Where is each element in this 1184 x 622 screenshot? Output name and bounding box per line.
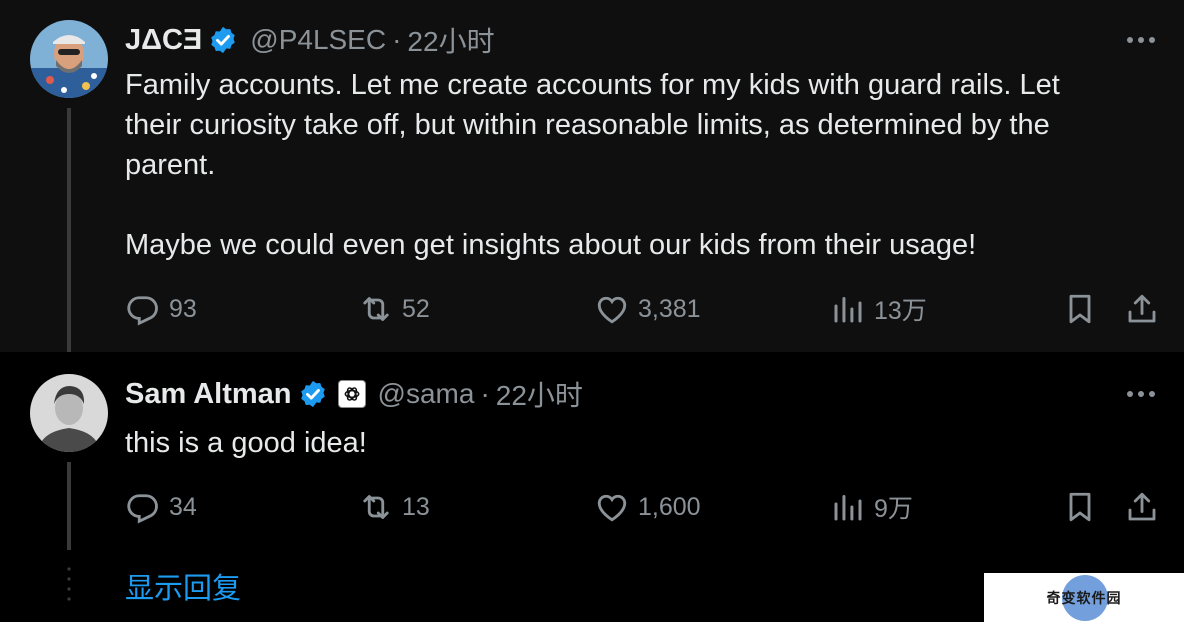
more-options-icon[interactable]: [1124, 23, 1158, 57]
repost-count: 13: [402, 492, 430, 521]
like-button[interactable]: 3,381: [594, 289, 701, 329]
reply-button[interactable]: 34: [125, 487, 197, 527]
bookmark-button[interactable]: [1062, 289, 1098, 329]
bookmark-button[interactable]: [1062, 487, 1098, 527]
show-replies-link[interactable]: 显示回复: [125, 565, 241, 607]
repost-icon: [363, 297, 389, 321]
reply-count: 34: [169, 492, 197, 521]
tweet-actions: 34 13 1,600 9万: [0, 487, 1184, 527]
heart-icon: [597, 296, 627, 324]
like-button[interactable]: 1,600: [594, 487, 701, 527]
share-button[interactable]: [1124, 487, 1160, 527]
display-name[interactable]: Sam Altman: [125, 378, 292, 411]
views-button[interactable]: 9万: [830, 487, 913, 527]
reply-icon: [127, 494, 158, 524]
share-button[interactable]: [1124, 289, 1160, 329]
heart-icon: [597, 494, 627, 522]
thread-dots: [67, 566, 71, 602]
views-count: 9万: [874, 495, 913, 523]
avatar[interactable]: [30, 374, 108, 452]
reply-count: 93: [169, 294, 197, 323]
repost-count: 52: [402, 294, 430, 323]
repost-icon: [363, 495, 389, 519]
verified-badge-icon: [211, 26, 236, 54]
timestamp[interactable]: 22小时: [496, 374, 583, 414]
tweet-header: JΔCƎ @P4LSEC · 22小时: [125, 20, 495, 60]
handle[interactable]: @P4LSEC: [250, 24, 386, 56]
handle[interactable]: @sama: [378, 378, 475, 410]
watermark-text: 奇变软件园: [1046, 589, 1122, 606]
separator-dot: ·: [480, 378, 490, 409]
watermark: 奇变软件园: [984, 573, 1184, 622]
tweet-parent[interactable]: JΔCƎ @P4LSEC · 22小时 Family accounts. Let…: [0, 0, 1184, 352]
more-options-icon[interactable]: [1124, 377, 1158, 411]
tweet-header: Sam Altman @sama · 22小时: [125, 374, 583, 414]
verified-badge-icon: [300, 380, 325, 408]
display-name[interactable]: JΔCƎ: [125, 24, 202, 57]
separator-dot: ·: [392, 24, 402, 55]
share-icon: [1128, 294, 1156, 323]
views-count: 13万: [874, 297, 927, 325]
bookmark-icon: [1069, 492, 1091, 522]
tweet-actions: 93 52 3,381 13万: [0, 289, 1184, 329]
tweet-text: this is a good idea!: [125, 427, 367, 459]
tweet-text: Family accounts. Let me create accounts …: [125, 69, 1060, 261]
avatar[interactable]: [30, 20, 108, 98]
openai-logo-icon[interactable]: [337, 380, 366, 408]
share-icon: [1128, 492, 1156, 521]
views-chart-icon: [834, 297, 862, 323]
repost-button[interactable]: 13: [358, 487, 430, 527]
reply-icon: [127, 296, 158, 326]
timestamp[interactable]: 22小时: [407, 20, 494, 60]
views-chart-icon: [834, 495, 862, 521]
reply-button[interactable]: 93: [125, 289, 197, 329]
tweet-reply[interactable]: Sam Altman @sama · 22小时 this is a good i…: [0, 352, 1184, 552]
like-count: 3,381: [638, 294, 701, 323]
like-count: 1,600: [638, 492, 701, 521]
bookmark-icon: [1069, 294, 1091, 324]
views-button[interactable]: 13万: [830, 289, 927, 329]
repost-button[interactable]: 52: [358, 289, 430, 329]
